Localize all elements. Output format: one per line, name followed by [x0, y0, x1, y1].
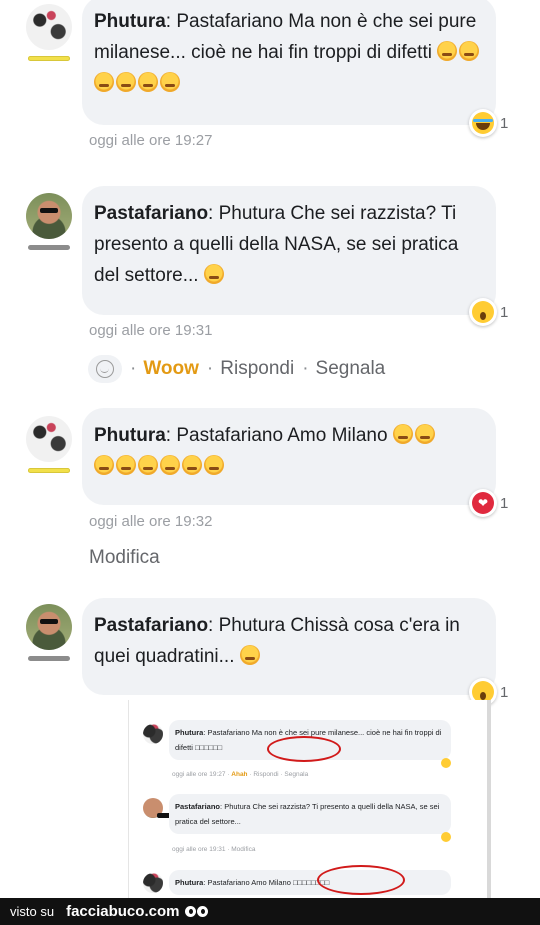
avatar — [143, 798, 175, 818]
embedded-reaction-label: Ahah — [231, 771, 248, 778]
brand-logo[interactable]: facciabuco.com — [66, 903, 179, 920]
separator: · — [206, 358, 214, 379]
comment-author[interactable]: Pastafariano — [94, 203, 208, 224]
reaction-label-button[interactable]: Woow — [143, 358, 199, 380]
emoji-icon — [160, 72, 180, 92]
laugh-icon — [469, 109, 497, 137]
embedded-screenshot: Phutura: Pastafariano Ma non è che sei p… — [128, 700, 488, 900]
avatar-wrap — [26, 193, 72, 250]
comment-author[interactable]: Phutura — [94, 425, 166, 446]
comment-time[interactable]: oggi alle ore 19:27 — [89, 132, 212, 149]
comment-bubble: Pastafariano: Phutura Che sei razzista? … — [82, 186, 496, 315]
reply-button[interactable]: Rispondi — [220, 358, 294, 380]
smiley-icon — [96, 360, 114, 378]
reaction-count: 1 — [500, 494, 509, 512]
missing-glyph-boxes: □□□□□□ — [195, 743, 223, 752]
separator: · — [130, 358, 137, 379]
embedded-text: : Pastafariano Amo Milano — [203, 878, 291, 887]
comment-actions: · Woow · Rispondi · Segnala — [88, 355, 385, 383]
comment-author[interactable]: Pastafariano — [94, 615, 208, 636]
eyes-icon — [185, 906, 209, 917]
comment-bubble: Phutura: Pastafariano Ma non è che sei p… — [82, 0, 496, 125]
comment-bubble: Pastafariano: Phutura Chissà cosa c'era … — [82, 598, 496, 695]
reaction-summary[interactable]: ❤ 1 — [469, 489, 508, 517]
comment-time[interactable]: oggi alle ore 19:31 — [89, 322, 212, 339]
emoji-icon — [204, 455, 224, 475]
reaction-count: 1 — [500, 114, 509, 132]
emoji-icon — [182, 455, 202, 475]
rank-badge — [28, 245, 70, 250]
embedded-time: oggi alle ore 19:27 · — [172, 771, 230, 778]
emoji-icon — [116, 455, 136, 475]
grin-emoji-icon — [203, 264, 224, 284]
avatar — [143, 873, 163, 893]
avatar[interactable] — [26, 4, 72, 50]
edit-button[interactable]: Modifica — [89, 547, 160, 569]
heart-icon: ❤ — [469, 489, 497, 517]
red-circle-annotation — [267, 736, 341, 762]
embedded-meta: oggi alle ore 19:31 · Modifica — [172, 846, 256, 853]
reaction-summary[interactable]: 1 — [469, 109, 508, 137]
rank-badge — [28, 56, 70, 61]
embedded-bubble: Phutura: Pastafariano Amo Milano □□□□□□□… — [169, 870, 451, 895]
emoji-icon — [392, 424, 413, 444]
wow-icon — [469, 298, 497, 326]
rank-badge — [28, 468, 70, 473]
red-circle-annotation — [317, 865, 405, 895]
watermark-footer: visto su facciabuco.com — [0, 898, 540, 925]
emoji-icon — [138, 455, 158, 475]
emoji-icon — [116, 72, 136, 92]
reaction-summary[interactable]: 1 — [469, 298, 508, 326]
comment-bubble: Phutura: Pastafariano Amo Milano — [82, 408, 496, 505]
emoji-icon — [414, 424, 435, 444]
avatar-wrap — [26, 604, 72, 661]
reaction-count: 1 — [500, 303, 509, 321]
embedded-author: Phutura — [175, 878, 204, 887]
avatar — [143, 724, 163, 744]
emoji-icon — [160, 455, 180, 475]
avatar[interactable] — [26, 193, 72, 239]
avatar-wrap — [26, 416, 72, 473]
emoji-icon — [138, 72, 158, 92]
visto-su-label: visto su — [10, 904, 55, 919]
comment-author[interactable]: Phutura — [94, 11, 166, 32]
emoji-icon — [94, 455, 114, 475]
wow-icon — [441, 832, 451, 842]
emoji-icon — [437, 41, 458, 61]
emoji-icon — [94, 72, 114, 92]
embedded-actions: · Rispondi · Segnala — [249, 771, 309, 778]
add-reaction-button[interactable] — [88, 355, 122, 383]
avatar-wrap — [26, 4, 72, 61]
avatar[interactable] — [26, 416, 72, 462]
comment-time[interactable]: oggi alle ore 19:32 — [89, 513, 212, 530]
separator: · — [302, 358, 309, 379]
emoji-icon — [459, 41, 480, 61]
embedded-author: Phutura — [175, 728, 204, 737]
embedded-bubble: Pastafariano: Phutura Che sei razzista? … — [169, 794, 451, 834]
embedded-meta: oggi alle ore 19:27 · Ahah · Rispondi · … — [172, 771, 308, 778]
embedded-author: Pastafariano — [175, 802, 221, 811]
laugh-icon — [441, 758, 451, 768]
grin-emoji-icon — [239, 645, 260, 665]
reaction-count: 1 — [500, 683, 509, 701]
comment-text: : Pastafariano Amo Milano — [165, 425, 388, 446]
scrollbar — [487, 700, 491, 900]
rank-badge — [28, 656, 70, 661]
report-button[interactable]: Segnala — [316, 358, 386, 380]
avatar[interactable] — [26, 604, 72, 650]
